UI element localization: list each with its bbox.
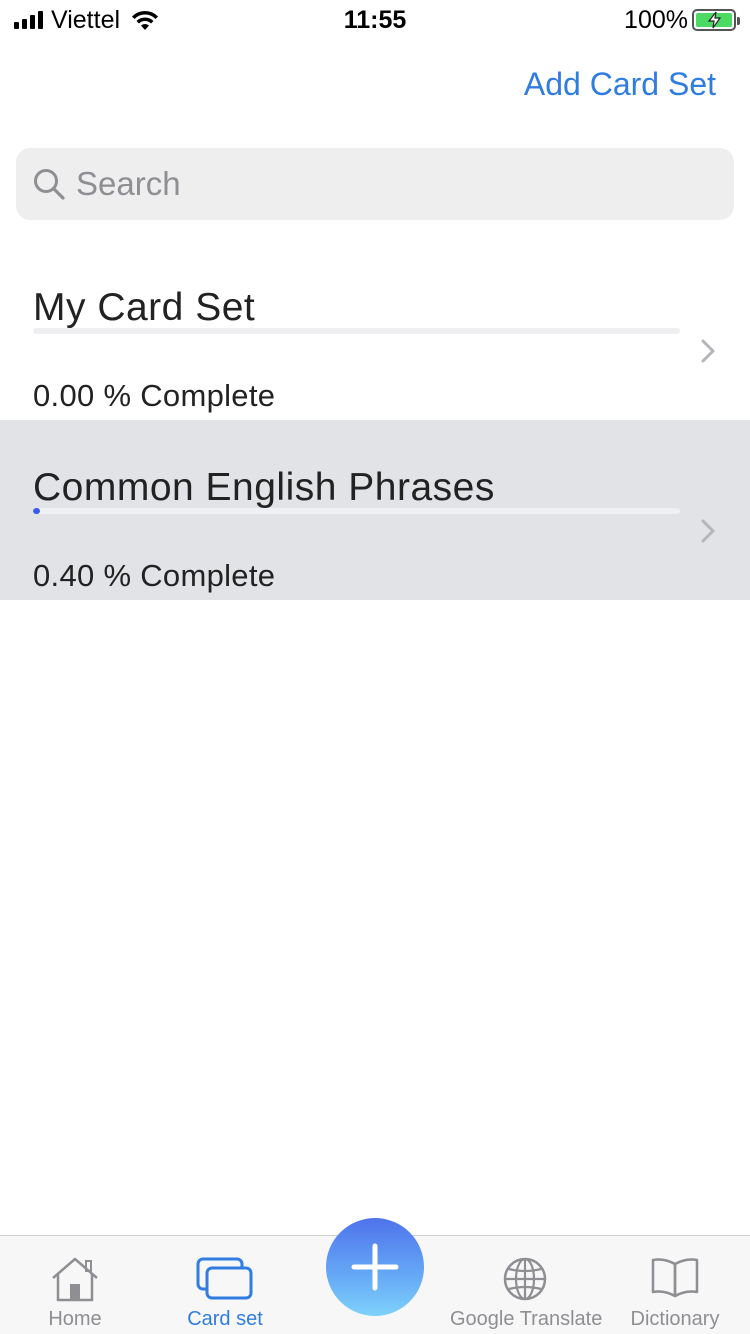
tab-label: Dictionary [630, 1308, 720, 1330]
battery-cap [737, 17, 740, 25]
search-icon [34, 169, 65, 200]
card-set-row[interactable]: My Card Set 0.00 % Complete [0, 240, 750, 420]
card-set-title: Common English Phrases [33, 466, 495, 509]
search-input[interactable] [76, 165, 676, 203]
globe-icon [503, 1257, 547, 1301]
tab-dictionary[interactable]: Dictionary [600, 1236, 750, 1334]
chevron-right-icon [701, 519, 715, 543]
tab-home[interactable]: Home [0, 1236, 150, 1334]
chevron-right-icon [701, 339, 715, 363]
card-set-row[interactable]: Common English Phrases 0.40 % Complete [0, 420, 750, 600]
battery-icon [692, 9, 740, 31]
progress-bar [33, 328, 680, 334]
card-set-icon [196, 1257, 253, 1300]
search-bar[interactable] [16, 148, 734, 220]
progress-fill [33, 508, 40, 514]
book-icon [651, 1258, 699, 1298]
status-bar: Viettel 11:55 100% [0, 0, 750, 40]
card-set-progress-text: 0.00 % Complete [33, 378, 276, 413]
card-set-title: My Card Set [33, 286, 256, 329]
add-button[interactable] [326, 1218, 424, 1316]
tab-card-set[interactable]: Card set [150, 1236, 300, 1334]
tab-label: Google Translate [450, 1308, 603, 1330]
charging-bolt-icon [707, 11, 722, 29]
tab-label: Home [48, 1308, 102, 1330]
card-set-progress-text: 0.40 % Complete [33, 558, 276, 593]
tab-google-translate[interactable]: Google Translate [450, 1236, 603, 1334]
plus-icon [351, 1243, 399, 1291]
add-card-set-button[interactable]: Add Card Set [524, 66, 716, 103]
status-right: 100% [624, 5, 740, 34]
battery-percent: 100% [624, 5, 688, 34]
tab-label: Card set [187, 1308, 263, 1330]
home-icon [52, 1257, 98, 1302]
progress-bar [33, 508, 680, 514]
